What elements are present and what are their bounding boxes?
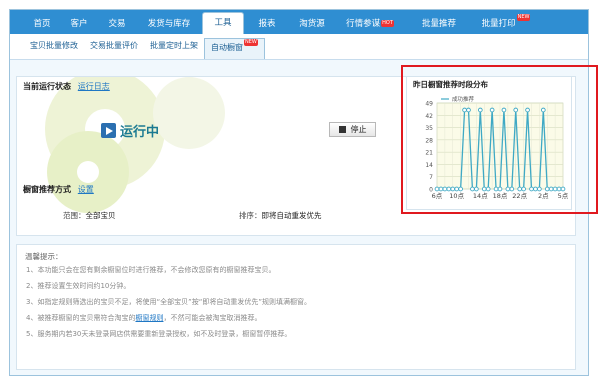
new-badge: NEW: [516, 14, 531, 21]
gear-decoration: [153, 77, 225, 149]
tip-line: 4、被推荐橱窗的宝贝需符合淘宝的橱窗规则，不然可能会被淘宝取消推荐。: [26, 314, 262, 322]
showcase-rules-link[interactable]: 橱窗规则: [135, 314, 163, 322]
nav-item-shipping[interactable]: 发货与库存: [136, 14, 202, 34]
nav-item-reports[interactable]: 报表: [244, 14, 290, 34]
scope-label: 范围：: [63, 211, 86, 220]
top-nav: 首页 客户 交易 发货与库存 工具 报表 淘货源 行情参谋 HOT 批量推荐 批量…: [10, 10, 588, 34]
status-area: 当前运行状态 运行日志 运行中 停止 橱窗推荐方式 设置 范围：全部宝贝 排序：…: [17, 77, 413, 235]
tips-panel: 温馨提示： 1、本功能只会在您有剩余橱窗位时进行推荐，不会修改您原有的橱窗推荐宝…: [16, 244, 576, 370]
sub-nav: 宝贝批量修改 交易批量评价 批量定时上架 自动橱窗NEW: [10, 34, 588, 60]
status-label: 当前运行状态: [23, 82, 71, 91]
highlight-box: [401, 65, 598, 214]
nav-item-tools[interactable]: 工具: [202, 12, 244, 34]
scope-row: 范围：全部宝贝: [63, 210, 116, 221]
stop-icon: [338, 126, 346, 133]
nav-item-market[interactable]: 行情参谋 HOT: [334, 14, 406, 34]
status-row: 当前运行状态 运行日志: [23, 81, 110, 92]
nav-item-trades[interactable]: 交易: [98, 14, 136, 34]
sort-label: 排序：: [239, 211, 262, 220]
run-log-link[interactable]: 运行日志: [78, 82, 110, 91]
nav-item-batch-recommend[interactable]: 批量推荐: [406, 14, 472, 34]
tip-line: 1、本功能只会在您有剩余橱窗位时进行推荐，不会修改您原有的橱窗推荐宝贝。: [26, 266, 276, 274]
method-label: 橱窗推荐方式: [23, 185, 71, 194]
method-settings-link[interactable]: 设置: [78, 185, 94, 194]
nav-item-batch-print[interactable]: 批量打印NEW: [472, 14, 540, 34]
scope-value: 全部宝贝: [85, 211, 116, 220]
nav-item-sourcing[interactable]: 淘货源: [290, 14, 334, 34]
running-status-text: 运行中: [120, 125, 160, 140]
nav-item-customers[interactable]: 客户: [60, 14, 98, 34]
tab-auto-showcase[interactable]: 自动橱窗NEW: [204, 38, 265, 59]
tip-line: 3、如指定规则筛选出的宝贝不足，将使用“全部宝贝”按“即将自动重发优先”规则填满…: [26, 298, 311, 306]
tip-line: 5、服务期内若30天未登录网店供需要重新登录授权，如不及时登录，橱窗暂停推荐。: [26, 330, 292, 338]
nav-item-home[interactable]: 首页: [24, 14, 60, 34]
tab-scheduled-listing[interactable]: 批量定时上架: [144, 37, 204, 56]
stop-button[interactable]: 停止: [329, 122, 376, 137]
method-row: 橱窗推荐方式 设置: [23, 184, 94, 195]
tab-batch-edit[interactable]: 宝贝批量修改: [24, 37, 84, 56]
new-badge: NEW: [244, 39, 258, 46]
hot-badge: HOT: [381, 20, 394, 27]
tips-title: 温馨提示：: [25, 252, 63, 261]
sort-value: 即将自动重发优先: [261, 211, 322, 220]
sort-row: 排序：即将自动重发优先: [239, 210, 322, 221]
tab-batch-review[interactable]: 交易批量评价: [84, 37, 144, 56]
gear-decoration: [77, 161, 99, 183]
tip-line: 2、推荐设置生效时间约10分钟。: [26, 282, 131, 290]
play-icon: [101, 123, 116, 138]
running-indicator: 运行中: [101, 121, 159, 140]
